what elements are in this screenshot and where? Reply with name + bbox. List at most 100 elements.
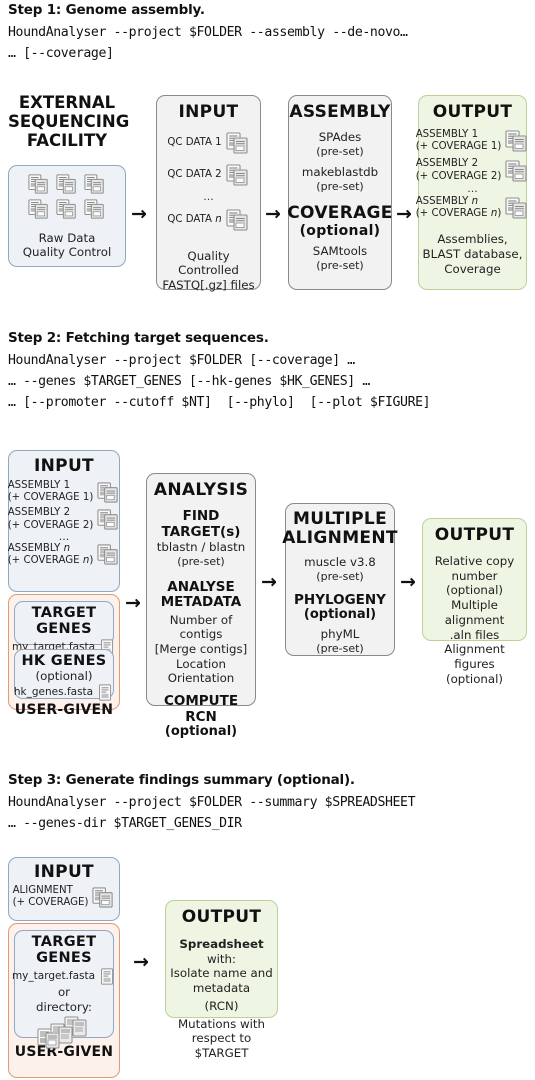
multiple-alignment-title: MULTIPLE ALIGNMENT — [282, 509, 398, 549]
step3-target-genes-directory: directory: — [36, 999, 92, 1014]
step-3-title: Step 3: Generate findings summary (optio… — [8, 772, 355, 788]
raw-data-box: Raw Data Quality Control — [8, 165, 126, 267]
step2-hk-genes-box: HK GENES (optional) hk_genes.fasta — [13, 649, 114, 701]
step1-input-footer-2: FASTQ[.gz] files — [162, 278, 255, 293]
arrow-step2-input-to-analysis: → — [125, 592, 141, 614]
assembly-tool-makeblastdb-note: (pre-set) — [316, 180, 364, 194]
step2-hk-genes-file: hk_genes.fasta — [13, 685, 94, 698]
step2-target-genes-title: TARGET GENES — [31, 605, 97, 637]
raw-data-label-1: Raw Data — [38, 230, 96, 245]
metadata-line: Number of contigs — [169, 612, 233, 642]
step3-output-spreadsheet-line: Spreadsheet with: — [179, 937, 264, 966]
stacked-documents-icon — [84, 173, 106, 195]
step3-target-genes-title: TARGET GENES — [31, 934, 97, 966]
step3-input-label: ALIGNMENT (+ COVERAGE) — [12, 885, 89, 909]
step-3-header: Step 3: Generate findings summary (optio… — [8, 772, 533, 837]
stacked-documents-icon — [97, 508, 120, 531]
step-1-command-line-1: HoundAnalyser --project $FOLDER --assemb… — [8, 25, 408, 40]
stacked-documents-icon — [92, 886, 115, 909]
arrow-assembly-to-output: → — [396, 203, 412, 225]
step1-output-footer-2: BLAST database, — [422, 246, 523, 261]
stacked-documents-icon — [28, 173, 50, 195]
step2-output-line: Multiple alignment — [444, 598, 505, 627]
phylogeny-heading: PHYLOGENY — [294, 591, 386, 608]
raw-data-label-2: Quality Control — [22, 245, 112, 260]
step-2-command-line-2: … --genes $TARGET_GENES [--hk-genes $HK_… — [8, 374, 370, 389]
step1-assembly-title: ASSEMBLY — [289, 102, 391, 122]
stacked-documents-icon — [505, 196, 529, 220]
coverage-title: COVERAGE — [287, 202, 393, 223]
step2-target-genes-box: TARGET GENES my_target.fasta — [12, 601, 114, 656]
step2-output-title: OUTPUT — [434, 525, 515, 545]
metadata-line: Location — [176, 656, 226, 671]
stacked-documents-icon — [28, 198, 50, 220]
assembly-tool-spades-note: (pre-set) — [316, 144, 364, 158]
stacked-documents-icon — [505, 159, 529, 183]
step2-hk-genes-title: HK GENES — [21, 653, 107, 669]
step2-input-box: INPUT ASSEMBLY 1 (+ COVERAGE 1) ASSEMBLY … — [8, 450, 120, 592]
step1-assembly-box: ASSEMBLY SPAdes (pre-set) makeblastdb (p… — [287, 95, 393, 290]
step1-output-item-label: ASSEMBLY 1 (+ COVERAGE 1) — [415, 129, 502, 153]
step2-output-line: (optional) — [445, 583, 503, 598]
directory-documents-icon — [35, 1015, 93, 1053]
compute-rcn-heading: COMPUTE RCN — [163, 693, 239, 725]
step2-input-item-label: ASSEMBLY 2 (+ COVERAGE 2) — [7, 507, 94, 531]
find-target-heading: FIND TARGET(s) — [161, 508, 241, 540]
step-3-command-line-2: … --genes-dir $TARGET_GENES_DIR — [8, 816, 242, 831]
step2-output-line: Relative copy number — [434, 554, 515, 583]
step2-user-given-group: TARGET GENES my_target.fasta HK GENES (o… — [8, 594, 120, 718]
step1-output-footer-1: Assemblies, — [437, 232, 508, 247]
step2-hk-genes-optional: (optional) — [35, 669, 93, 683]
step3-output-line: (RCN) — [204, 998, 239, 1013]
external-sequencing-facility-title: EXTERNAL SEQUENCING FACILITY — [8, 93, 130, 151]
stacked-documents-icon — [97, 481, 120, 504]
find-target-tool: tblastn / blastn — [156, 540, 246, 555]
step-2-command-line-1: HoundAnalyser --project $FOLDER [--cover… — [8, 353, 355, 368]
stacked-documents-icon — [56, 198, 78, 220]
find-target-note: (pre-set) — [177, 554, 225, 568]
step-1-title: Step 1: Genome assembly. — [8, 2, 205, 18]
stacked-documents-icon — [84, 198, 106, 220]
phylogeny-optional: (optional) — [303, 607, 377, 623]
step3-input-title: INPUT — [34, 862, 94, 882]
arrow-input-to-assembly: → — [265, 203, 281, 225]
step1-input-footer-1: Quality Controlled — [178, 248, 239, 278]
step-3-command-line-1: HoundAnalyser --project $FOLDER --summar… — [8, 795, 416, 810]
step2-input-title: INPUT — [34, 456, 94, 476]
step2-output-line: (optional) — [445, 671, 503, 686]
stacked-documents-icon — [97, 543, 120, 566]
stacked-documents-icon — [226, 208, 250, 232]
step3-output-line: Isolate name and — [170, 966, 273, 981]
coverage-optional-label: (optional) — [299, 222, 381, 239]
step-1-command-line-2: … [--coverage] — [8, 46, 114, 61]
step3-target-genes-file: my_target.fasta — [11, 970, 96, 983]
step-2-title: Step 2: Fetching target sequences. — [8, 330, 269, 346]
step3-user-given-group: TARGET GENES my_target.fasta or director… — [8, 923, 120, 1078]
raw-data-icon-grid — [9, 173, 125, 220]
stacked-documents-icon — [505, 129, 529, 153]
step3-input-box: INPUT ALIGNMENT (+ COVERAGE) — [8, 857, 120, 921]
metadata-line: [Merge contigs] — [154, 642, 248, 657]
step2-input-item-label: ASSEMBLY n (+ COVERAGE n) — [7, 542, 94, 566]
alignment-tool: muscle v3.8 — [304, 555, 376, 570]
step1-input-item-label: QC DATA nQC DATA n — [167, 213, 222, 225]
step1-output-item-label: ASSEMBLY 2 (+ COVERAGE 2) — [415, 158, 502, 182]
step3-output-title: OUTPUT — [181, 907, 262, 927]
step1-input-item-label: QC DATA 2 — [167, 168, 222, 180]
step2-output-line: .aln files — [449, 627, 500, 642]
step1-output-title: OUTPUT — [432, 102, 513, 122]
step3-target-genes-or: or — [57, 985, 71, 999]
step-2-header: Step 2: Fetching target sequences. Hound… — [8, 330, 533, 416]
step2-output-box: OUTPUT Relative copy number (optional) M… — [422, 518, 527, 686]
arrow-alignment-to-output: → — [400, 571, 416, 593]
step-2-command-line-3: … [--promoter --cutoff $NT] [--phylo] [-… — [8, 395, 431, 410]
document-icon — [97, 684, 114, 701]
arrow-step3-input-to-output: → — [133, 951, 149, 973]
step3-output-line: Mutations with — [177, 1016, 266, 1031]
step1-input-title: INPUT — [178, 102, 239, 122]
step2-user-given-label: USER-GIVEN — [14, 702, 114, 718]
assembly-tool-makeblastdb: makeblastdb — [301, 165, 379, 180]
step1-output-footer-3: Coverage — [444, 261, 501, 276]
step2-alignment-box: MULTIPLE ALIGNMENT muscle v3.8 (pre-set)… — [282, 503, 398, 656]
arrow-facility-to-input: → — [131, 203, 147, 225]
